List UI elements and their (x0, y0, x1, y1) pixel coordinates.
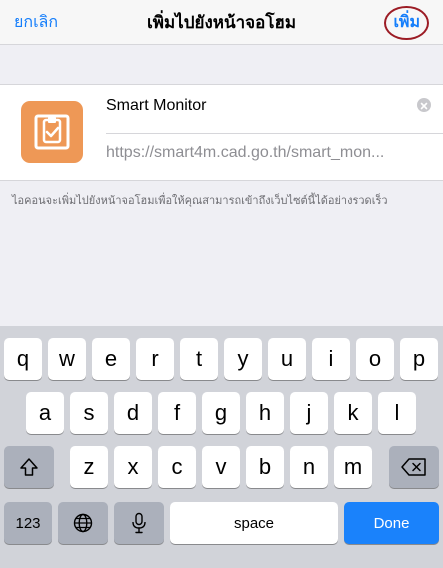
key-s[interactable]: s (70, 392, 108, 434)
shift-icon (20, 458, 38, 476)
clear-text-icon[interactable] (417, 98, 431, 112)
helper-text: ไอคอนจะเพิ่มไปยังหน้าจอโฮมเพื่อให้คุณสาม… (12, 194, 388, 207)
key-p[interactable]: p (400, 338, 438, 380)
done-key[interactable]: Done (344, 502, 439, 544)
add-button[interactable]: เพิ่ม (384, 6, 429, 40)
key-f[interactable]: f (158, 392, 196, 434)
divider (106, 133, 443, 134)
backspace-icon (401, 458, 426, 476)
navigation-bar: ยกเลิก เพิ่มไปยังหน้าจอโฮม เพิ่ม (0, 0, 443, 45)
numbers-key[interactable]: 123 (4, 502, 52, 544)
key-i[interactable]: i (312, 338, 350, 380)
space-key[interactable]: space (170, 502, 338, 544)
key-b[interactable]: b (246, 446, 284, 488)
key-c[interactable]: c (158, 446, 196, 488)
delete-key[interactable] (389, 446, 439, 488)
key-g[interactable]: g (202, 392, 240, 434)
shift-key[interactable] (4, 446, 54, 488)
key-e[interactable]: e (92, 338, 130, 380)
key-z[interactable]: z (70, 446, 108, 488)
globe-key[interactable] (58, 502, 108, 544)
page-title: เพิ่มไปยังหน้าจอโฮม (146, 13, 297, 33)
key-j[interactable]: j (290, 392, 328, 434)
clipboard-check-icon (21, 101, 83, 163)
microphone-key[interactable] (114, 502, 164, 544)
key-t[interactable]: t (180, 338, 218, 380)
key-d[interactable]: d (114, 392, 152, 434)
globe-icon (73, 513, 93, 533)
key-k[interactable]: k (334, 392, 372, 434)
key-h[interactable]: h (246, 392, 284, 434)
key-w[interactable]: w (48, 338, 86, 380)
key-v[interactable]: v (202, 446, 240, 488)
bookmark-name-field[interactable]: Smart Monitor (106, 97, 206, 115)
bookmark-url: https://smart4m.cad.go.th/smart_mon... (106, 144, 385, 161)
key-q[interactable]: q (4, 338, 42, 380)
key-u[interactable]: u (268, 338, 306, 380)
key-x[interactable]: x (114, 446, 152, 488)
key-r[interactable]: r (136, 338, 174, 380)
key-a[interactable]: a (26, 392, 64, 434)
microphone-icon (132, 512, 146, 534)
keyboard: q w e r t y u i o p a s d f g h j k l z … (0, 326, 443, 568)
key-l[interactable]: l (378, 392, 416, 434)
key-o[interactable]: o (356, 338, 394, 380)
key-m[interactable]: m (334, 446, 372, 488)
key-n[interactable]: n (290, 446, 328, 488)
bookmark-card: Smart Monitor https://smart4m.cad.go.th/… (0, 84, 443, 181)
key-y[interactable]: y (224, 338, 262, 380)
